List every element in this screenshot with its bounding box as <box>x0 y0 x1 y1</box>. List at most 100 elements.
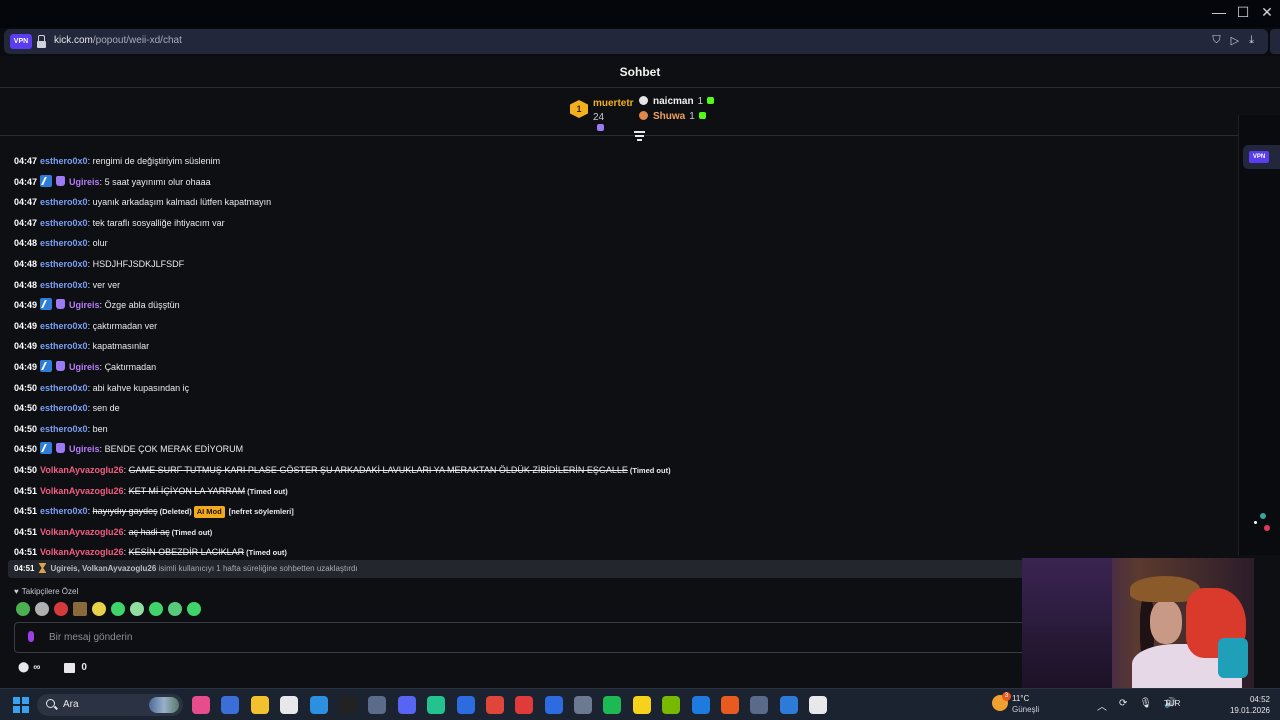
chat-message[interactable]: 04:50 Ugireis: BENDE ÇOK MERAK EDİYORUM <box>14 439 1014 460</box>
taskbar-app-icon[interactable] <box>309 696 328 714</box>
message-user[interactable]: VolkanAyvazoglu26 <box>40 465 124 475</box>
message-text: KESİN OBEZDİR LACIKLAR <box>128 547 245 558</box>
gifter-name: muertetr <box>593 98 634 109</box>
hourglass-icon <box>38 563 47 573</box>
taskbar-app-icon[interactable] <box>456 696 475 714</box>
lock-icon[interactable] <box>37 35 46 48</box>
message-user[interactable]: esthero0x0 <box>40 197 88 207</box>
chat-message[interactable]: 04:47 Ugireis: 5 saat yayınımı olur ohaaa <box>14 172 1014 193</box>
channel-points-icon[interactable]: ⬤ <box>18 662 29 673</box>
message-time: 04:47 <box>14 156 38 166</box>
shield-icon[interactable]: ⛉ <box>1212 34 1220 47</box>
close-button[interactable]: ✕ <box>1256 4 1278 21</box>
download-icon[interactable]: ⤓ <box>1249 34 1254 47</box>
minimize-button[interactable]: — <box>1208 4 1230 20</box>
microphone-icon[interactable]: 🎙 <box>1139 698 1152 713</box>
taskbar-app-icon[interactable] <box>750 696 769 714</box>
taskbar-app-icon[interactable] <box>368 696 387 714</box>
language-indicator[interactable]: TUR <box>1164 699 1180 708</box>
message-user[interactable]: Ugireis <box>69 300 100 310</box>
message-user[interactable]: esthero0x0 <box>40 341 88 351</box>
emote-icon[interactable] <box>111 602 125 616</box>
message-user[interactable]: VolkanAyvazoglu26 <box>40 486 124 496</box>
taskbar-app-icon[interactable] <box>779 696 798 714</box>
emote-icon[interactable] <box>73 602 87 616</box>
message-user[interactable]: Ugireis <box>69 177 100 187</box>
windows-start-icon[interactable] <box>13 697 29 713</box>
chat-message[interactable]: 04:51 VolkanAyvazoglu26: aç hadi aç (Timed… <box>14 522 1014 543</box>
top-gifter-second[interactable]: naicman 1 <box>639 96 715 107</box>
sync-icon[interactable]: ⟳ <box>1119 698 1127 713</box>
emote-icon[interactable] <box>92 602 106 616</box>
taskbar-app-icon[interactable] <box>485 696 504 714</box>
taskbar-app-icon[interactable] <box>544 696 563 714</box>
url-text[interactable]: kick.com/popout/weii-xd/chat <box>54 35 182 46</box>
clock[interactable]: 04:52 19.01.2026 <box>1228 694 1270 716</box>
emote-icon[interactable] <box>149 602 163 616</box>
chat-message[interactable]: 04:47 esthero0x0: rengimi de değiştiriyim… <box>14 151 1014 172</box>
message-user[interactable]: esthero0x0 <box>40 403 88 413</box>
taskbar-search[interactable]: Ara <box>37 694 183 716</box>
chat-message[interactable]: 04:50 esthero0x0: ben <box>14 419 1014 440</box>
message-user[interactable]: esthero0x0 <box>40 280 88 290</box>
chat-message[interactable]: 04:48 esthero0x0: HSDJHFJSDKJLFSDF <box>14 254 1014 275</box>
message-user[interactable]: Ugireis <box>69 362 100 372</box>
collapse-icon[interactable] <box>634 131 645 141</box>
chat-message[interactable]: 04:49 Ugireis: Özge abla düşştün <box>14 295 1014 316</box>
chat-message[interactable]: 04:50 esthero0x0: abi kahve kupasından iç <box>14 378 1014 399</box>
chevron-up-icon[interactable]: ︿ <box>1097 698 1107 713</box>
message-user[interactable]: VolkanAyvazoglu26 <box>40 547 124 557</box>
taskbar-app-icon[interactable] <box>515 696 534 714</box>
taskbar-app-icon[interactable] <box>574 696 593 714</box>
taskbar-app-icon[interactable] <box>192 696 210 714</box>
share-icon[interactable]: ▷ <box>1231 34 1239 47</box>
emote-icon[interactable] <box>130 602 144 616</box>
message-user[interactable]: esthero0x0 <box>40 506 88 516</box>
chat-message[interactable]: 04:49 esthero0x0: kapatmasınlar <box>14 336 1014 357</box>
taskbar-app-icon[interactable] <box>809 696 828 714</box>
taskbar-app-icon[interactable] <box>632 696 651 714</box>
message-input[interactable]: Bir mesaj gönderin <box>14 622 1026 653</box>
maximize-button[interactable]: ☐ <box>1232 4 1254 21</box>
emote-icon[interactable] <box>168 602 182 616</box>
chat-message[interactable]: 04:51 esthero0x0: hayıydıy gaydeş (Deleted… <box>14 501 1014 522</box>
taskbar-app-icon[interactable] <box>691 696 710 714</box>
message-user[interactable]: Ugireis <box>69 444 100 454</box>
chat-message[interactable]: 04:49 esthero0x0: çaktırmadan ver <box>14 316 1014 337</box>
chat-message[interactable]: 04:50 VolkanAyvazoglu26: GAME SURF TUTMUŞ… <box>14 460 1014 481</box>
emote-icon[interactable] <box>187 602 201 616</box>
message-user[interactable]: esthero0x0 <box>40 321 88 331</box>
message-user[interactable]: esthero0x0 <box>40 383 88 393</box>
chat-message[interactable]: 04:48 esthero0x0: olur <box>14 233 1014 254</box>
message-user[interactable]: esthero0x0 <box>40 238 88 248</box>
microphone-icon[interactable] <box>28 631 34 642</box>
taskbar-app-icon[interactable] <box>427 696 446 714</box>
message-user[interactable]: esthero0x0 <box>40 156 88 166</box>
chat-message[interactable]: 04:50 esthero0x0: sen de <box>14 398 1014 419</box>
message-user[interactable]: esthero0x0 <box>40 424 88 434</box>
taskbar-app-icon[interactable] <box>338 696 357 714</box>
address-bar[interactable]: VPN kick.com/popout/weii-xd/chat ⛉ ▷ ⤓ <box>4 29 1268 54</box>
taskbar-app-icon[interactable] <box>280 696 299 714</box>
message-user[interactable]: esthero0x0 <box>40 259 88 269</box>
chat-message[interactable]: 04:47 esthero0x0: uyanık arkadaşım kalmad… <box>14 192 1014 213</box>
gift-icon[interactable] <box>64 662 76 673</box>
taskbar-app-icon[interactable] <box>397 696 416 714</box>
emote-icon[interactable] <box>16 602 30 616</box>
chat-message[interactable]: 04:51 VolkanAyvazoglu26: KET Mİ İÇİYON LA… <box>14 481 1014 502</box>
chat-message[interactable]: 04:47 esthero0x0: tek taraflı sosyalliğe … <box>14 213 1014 234</box>
top-gifter-third[interactable]: Shuwa 1 <box>639 111 706 122</box>
emote-icon[interactable] <box>54 602 68 616</box>
vpn-badge[interactable]: VPN <box>10 34 32 49</box>
chat-message[interactable]: 04:48 esthero0x0: ver ver <box>14 275 1014 296</box>
url-path: /popout/weii-xd/chat <box>92 35 182 46</box>
emote-icon[interactable] <box>35 602 49 616</box>
taskbar-app-icon[interactable] <box>221 696 240 714</box>
chat-message[interactable]: 04:49 Ugireis: Çaktırmadan <box>14 357 1014 378</box>
message-user[interactable]: esthero0x0 <box>40 218 88 228</box>
taskbar-app-icon[interactable] <box>603 696 622 714</box>
taskbar-app-icon[interactable] <box>721 696 740 714</box>
taskbar-app-icon[interactable] <box>662 696 681 714</box>
taskbar-app-icon[interactable] <box>250 696 269 714</box>
message-user[interactable]: VolkanAyvazoglu26 <box>40 527 124 537</box>
